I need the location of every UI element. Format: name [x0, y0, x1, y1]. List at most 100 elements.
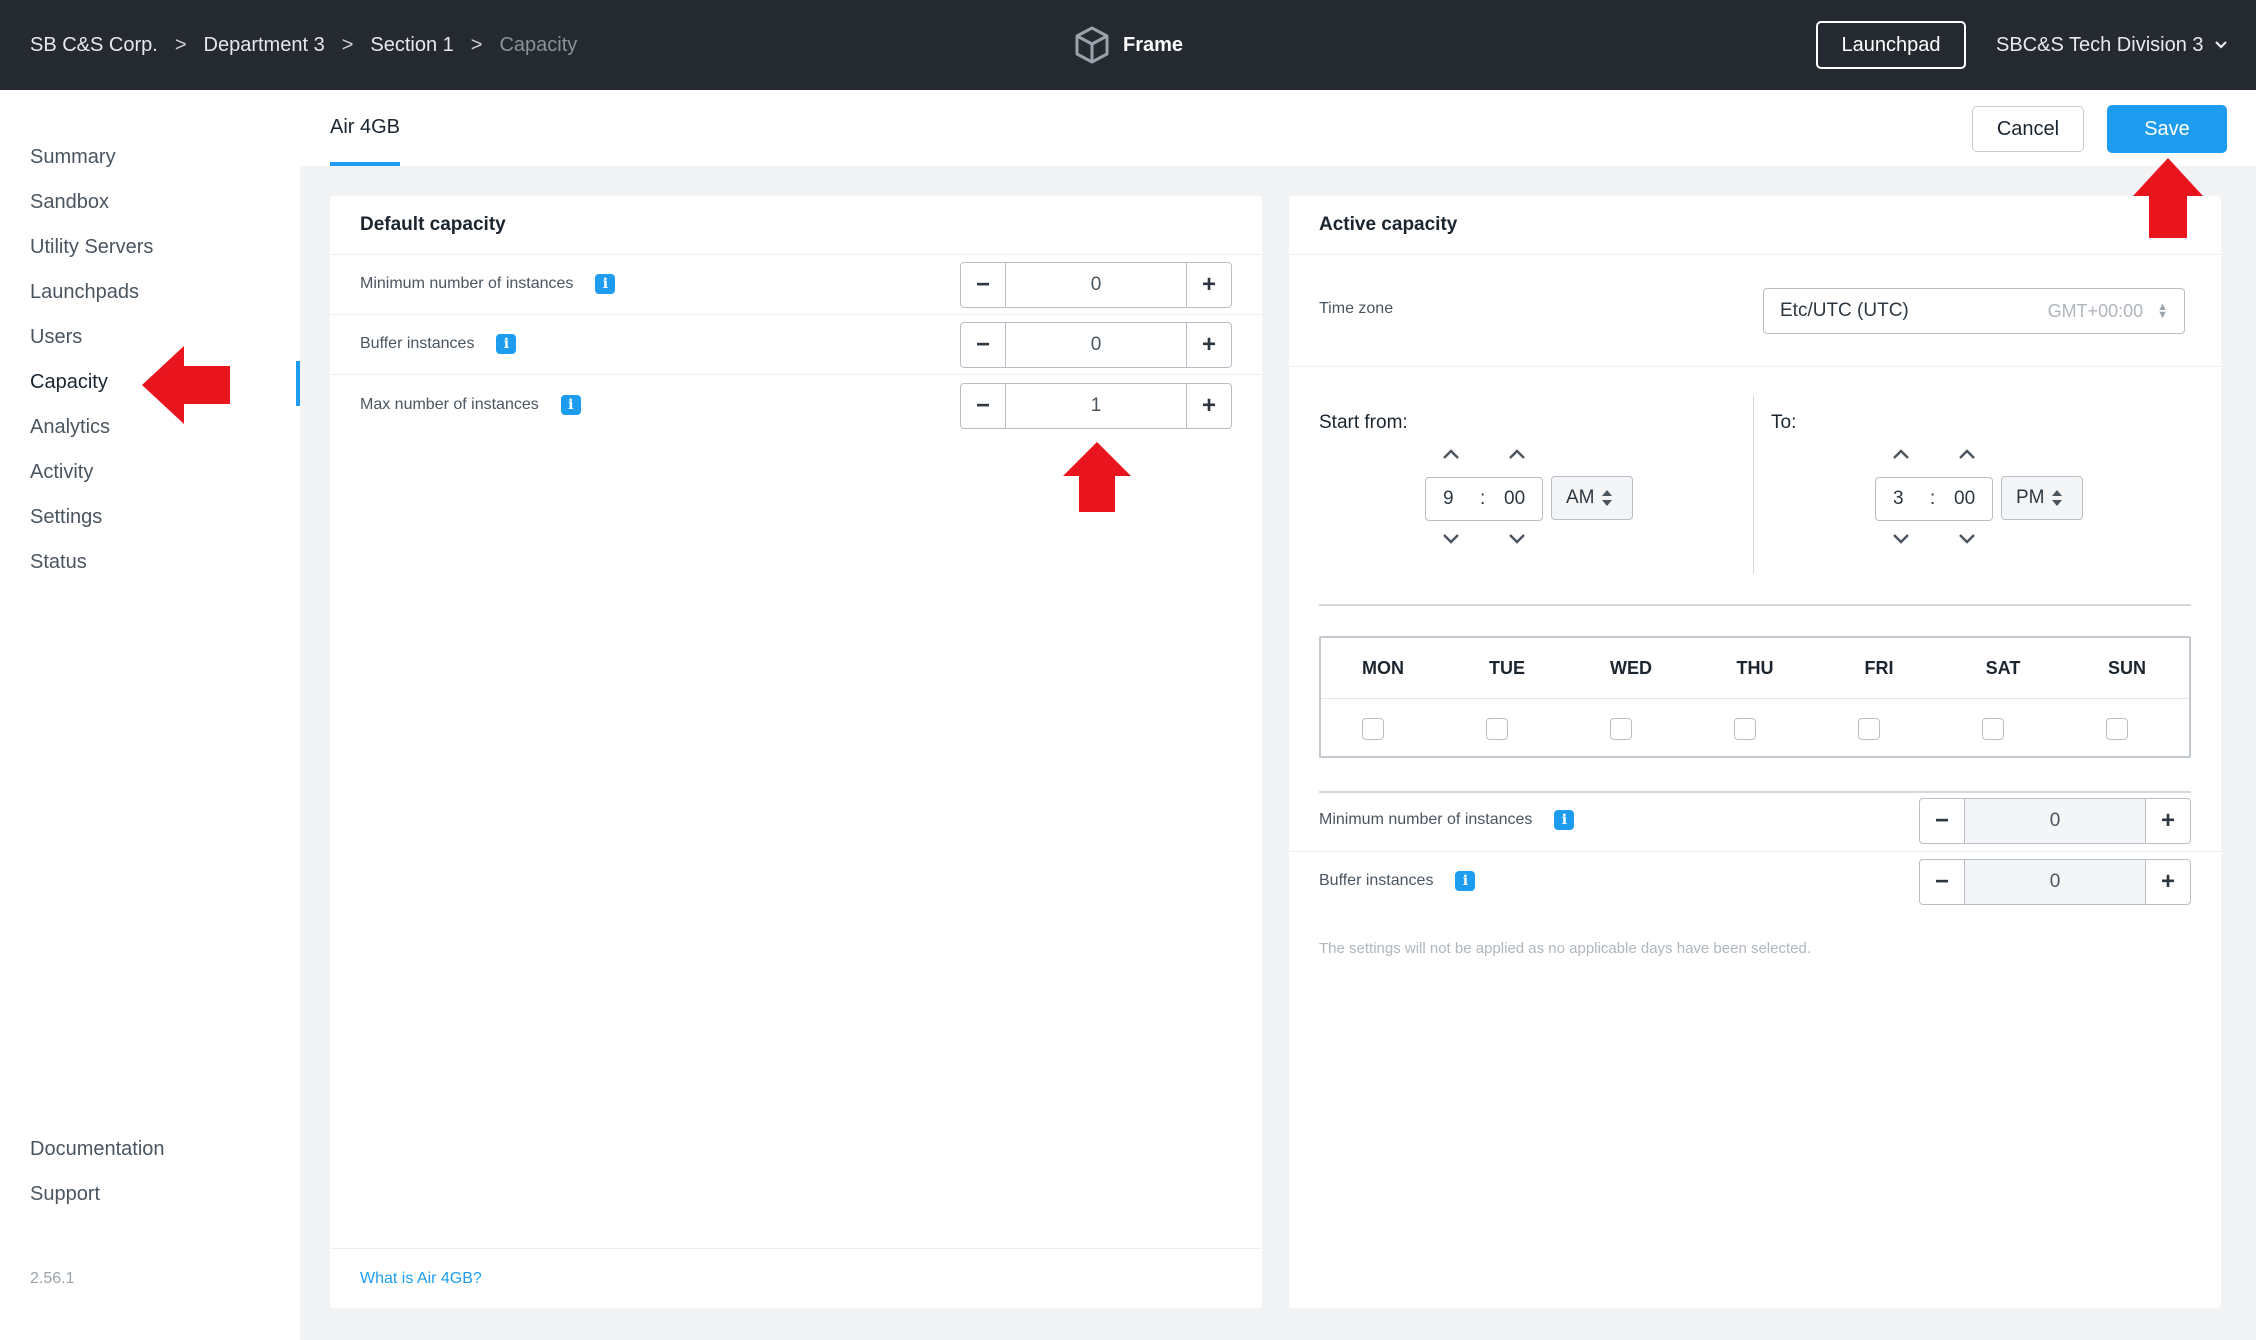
- info-icon[interactable]: i: [496, 334, 517, 354]
- min-instances-label: Minimum number of instances i: [360, 274, 616, 294]
- hour-down-icon[interactable]: [1442, 533, 1460, 545]
- minute-up-icon[interactable]: [1508, 448, 1526, 460]
- increment-button[interactable]: +: [1187, 384, 1231, 428]
- active-buffer-instances-label: Buffer instances i: [1319, 871, 1476, 891]
- day-checkbox-thu[interactable]: [1734, 718, 1756, 740]
- max-instances-text: Max number of instances: [360, 396, 539, 413]
- sort-arrows-icon: [1601, 490, 1612, 506]
- end-hour[interactable]: 3: [1893, 488, 1904, 510]
- decrement-button[interactable]: −: [961, 384, 1005, 428]
- breadcrumb: SB C&S Corp. > Department 3 > Section 1 …: [30, 0, 577, 90]
- start-time-input[interactable]: 9 : 00: [1425, 477, 1543, 521]
- breadcrumb-item-current: Capacity: [499, 33, 578, 56]
- sidebar-item-utility-servers[interactable]: Utility Servers: [30, 236, 153, 259]
- arrow-left-annotation: [142, 346, 230, 424]
- increment-button[interactable]: +: [2146, 799, 2190, 843]
- active-min-instances-input[interactable]: 0: [1964, 799, 2146, 843]
- info-icon[interactable]: i: [1455, 871, 1476, 891]
- day-checkbox-sun[interactable]: [2106, 718, 2128, 740]
- sidebar-item-documentation[interactable]: Documentation: [30, 1138, 165, 1161]
- increment-button[interactable]: +: [1187, 323, 1231, 367]
- buffer-instances-label: Buffer instances i: [360, 334, 517, 354]
- sidebar: Summary Sandbox Utility Servers Launchpa…: [0, 90, 300, 1340]
- day-checkbox-mon[interactable]: [1362, 718, 1384, 740]
- divider: [1319, 791, 2191, 793]
- divider: [1289, 366, 2221, 367]
- cancel-button[interactable]: Cancel: [1972, 106, 2084, 152]
- timezone-label: Time zone: [1319, 300, 1394, 317]
- sidebar-item-status[interactable]: Status: [30, 551, 87, 574]
- divider: [1289, 851, 2221, 852]
- decrement-button[interactable]: −: [961, 323, 1005, 367]
- end-minute[interactable]: 00: [1954, 488, 1975, 510]
- sidebar-item-sandbox[interactable]: Sandbox: [30, 191, 109, 214]
- max-instances-label: Max number of instances i: [360, 395, 581, 415]
- account-menu[interactable]: SBC&S Tech Division 3: [1996, 0, 2228, 90]
- chevron-down-icon: [2214, 41, 2227, 49]
- arrow-up-annotation: [2133, 158, 2203, 238]
- increment-button[interactable]: +: [2146, 860, 2190, 904]
- sidebar-item-launchpads[interactable]: Launchpads: [30, 281, 139, 304]
- to-label: To:: [1771, 412, 1797, 433]
- sort-arrows-icon: [2051, 490, 2062, 506]
- arrow-up-annotation: [1063, 442, 1131, 512]
- decrement-button[interactable]: −: [1920, 799, 1964, 843]
- active-buffer-instances-input[interactable]: 0: [1964, 860, 2146, 904]
- tab-air-4gb[interactable]: Air 4GB: [330, 116, 400, 139]
- min-instances-stepper: − 0 +: [960, 262, 1232, 308]
- divider: [1321, 698, 2189, 699]
- day-checkbox-tue[interactable]: [1486, 718, 1508, 740]
- max-instances-input[interactable]: 1: [1005, 384, 1187, 428]
- active-min-instances-label: Minimum number of instances i: [1319, 810, 1575, 830]
- hour-up-icon[interactable]: [1442, 448, 1460, 460]
- end-time-input[interactable]: 3 : 00: [1875, 477, 1993, 521]
- day-checkbox-fri[interactable]: [1858, 718, 1880, 740]
- end-ampm-select[interactable]: PM: [2001, 476, 2083, 520]
- breadcrumb-item-corp[interactable]: SB C&S Corp.: [30, 34, 158, 57]
- no-days-note: The settings will not be applied as no a…: [1319, 940, 1811, 957]
- hour-down-icon[interactable]: [1892, 533, 1910, 545]
- buffer-instances-input[interactable]: 0: [1005, 323, 1187, 367]
- divider: [330, 1248, 1262, 1249]
- what-is-air-link[interactable]: What is Air 4GB?: [360, 1270, 482, 1288]
- sidebar-item-summary[interactable]: Summary: [30, 146, 116, 169]
- info-icon[interactable]: i: [560, 395, 581, 415]
- minute-down-icon[interactable]: [1958, 533, 1976, 545]
- day-label-sat: SAT: [1985, 658, 2021, 678]
- hour-up-icon[interactable]: [1892, 448, 1910, 460]
- save-button[interactable]: Save: [2107, 105, 2227, 153]
- sidebar-item-support[interactable]: Support: [30, 1183, 100, 1206]
- sidebar-item-settings[interactable]: Settings: [30, 506, 102, 529]
- sidebar-item-users[interactable]: Users: [30, 326, 82, 349]
- launchpad-button[interactable]: Launchpad: [1816, 21, 1966, 69]
- sidebar-item-capacity[interactable]: Capacity: [30, 371, 108, 394]
- minute-down-icon[interactable]: [1508, 533, 1526, 545]
- sidebar-item-analytics[interactable]: Analytics: [30, 416, 110, 439]
- max-instances-stepper: − 1 +: [960, 383, 1232, 429]
- select-arrows-icon: ▲ ▼: [2157, 301, 2168, 321]
- min-instances-input[interactable]: 0: [1005, 263, 1187, 307]
- active-min-instances-stepper: − 0 +: [1919, 798, 2191, 844]
- active-indicator: [296, 361, 300, 406]
- info-icon[interactable]: i: [1554, 810, 1575, 830]
- decrement-button[interactable]: −: [1920, 860, 1964, 904]
- day-checkbox-sat[interactable]: [1982, 718, 2004, 740]
- day-checkbox-wed[interactable]: [1610, 718, 1632, 740]
- active-buffer-instances-stepper: − 0 +: [1919, 859, 2191, 905]
- start-ampm-select[interactable]: AM: [1551, 476, 1633, 520]
- start-minute[interactable]: 00: [1504, 488, 1525, 510]
- active-buffer-instances-text: Buffer instances: [1319, 872, 1434, 889]
- sidebar-item-activity[interactable]: Activity: [30, 461, 93, 484]
- breadcrumb-item-section[interactable]: Section 1: [370, 34, 453, 57]
- increment-button[interactable]: +: [1187, 263, 1231, 307]
- decrement-button[interactable]: −: [961, 263, 1005, 307]
- breadcrumb-item-department[interactable]: Department 3: [204, 34, 325, 57]
- minute-up-icon[interactable]: [1958, 448, 1976, 460]
- brand-logo: Frame: [1075, 26, 1183, 64]
- info-icon[interactable]: i: [595, 274, 616, 294]
- version-label: 2.56.1: [30, 1270, 75, 1287]
- timezone-select[interactable]: Etc/UTC (UTC) GMT+00:00 ▲ ▼: [1763, 288, 2185, 334]
- divider: [1289, 254, 2221, 255]
- top-bar: SB C&S Corp. > Department 3 > Section 1 …: [0, 0, 2256, 90]
- start-hour[interactable]: 9: [1443, 488, 1454, 510]
